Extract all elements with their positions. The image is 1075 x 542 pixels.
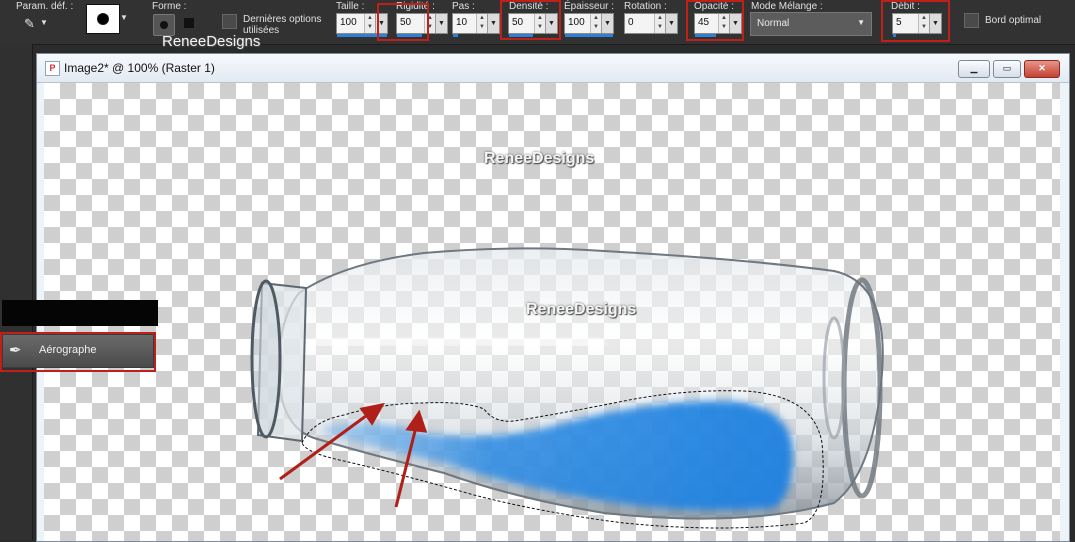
canvas-watermark-mid: ReneeDesigns — [526, 301, 637, 318]
airbrush-icon: ✎ — [24, 16, 35, 31]
bottle-mouth — [250, 279, 282, 439]
chevron-down-icon[interactable]: ▼ — [487, 14, 499, 33]
density-label: Densité : — [509, 1, 549, 12]
preset-label: Param. déf. : — [16, 1, 74, 12]
spin-arrows-icon[interactable]: ▲ ▼ — [424, 14, 435, 33]
shape-label: Forme : — [152, 1, 187, 12]
hardness-slider-bar[interactable] — [397, 34, 422, 37]
spin-arrows-icon[interactable]: ▲ ▼ — [718, 14, 729, 33]
optimal-edge-label: Bord optimal — [985, 15, 1042, 26]
spin-arrows-icon[interactable]: ▲ ▼ — [364, 14, 375, 33]
chevron-down-icon[interactable]: ▼ — [601, 14, 613, 33]
spin-arrows-icon[interactable]: ▲ ▼ — [918, 14, 929, 33]
spin-arrows-icon[interactable]: ▲ ▼ — [476, 14, 487, 33]
opacity-spinner[interactable]: 45 ▲ ▼ ▼ — [694, 13, 742, 37]
maximize-button[interactable]: ▭ — [993, 60, 1021, 78]
hardness-value: 50 — [400, 17, 412, 28]
spin-arrows-icon[interactable]: ▲ ▼ — [590, 14, 601, 33]
chevron-down-icon[interactable]: ▼ — [545, 14, 557, 33]
airbrush-icon: ✒ — [9, 342, 22, 359]
step-value: 10 — [456, 17, 468, 28]
chevron-down-icon[interactable]: ▼ — [435, 14, 447, 33]
opacity-value: 45 — [698, 17, 710, 28]
rate-spinner[interactable]: 5 ▲ ▼ ▼ — [892, 13, 942, 37]
chevron-down-icon[interactable]: ▼ — [120, 13, 128, 22]
opacity-label: Opacité : — [694, 1, 735, 12]
density-slider-bar[interactable] — [509, 34, 533, 37]
airbrush-tool-item[interactable]: ✒ Aérographe — [2, 334, 154, 368]
opacity-slider-bar[interactable] — [695, 34, 716, 37]
size-slider-bar[interactable] — [337, 34, 387, 37]
size-spinner[interactable]: 100 ▲ ▼ ▼ — [336, 13, 388, 37]
blend-mode-select[interactable]: Normal ▼ — [750, 12, 872, 36]
rotation-value: 0 — [628, 17, 634, 28]
left-dock — [0, 44, 33, 540]
tool-options-bar: Param. déf. : ✎ ▼ ▼ Forme : Dernières op… — [0, 0, 1075, 50]
toolbar-watermark: ReneeDesigns — [162, 33, 261, 50]
size-label: Taille : — [336, 1, 365, 12]
spin-arrows-icon[interactable]: ▲ ▼ — [654, 14, 665, 33]
chevron-down-icon[interactable]: ▼ — [929, 14, 941, 33]
rate-label: Débit : — [891, 1, 920, 12]
chevron-down-icon[interactable]: ▼ — [665, 14, 677, 33]
rotation-spinner[interactable]: 0 ▲ ▼ ▼ — [624, 13, 678, 34]
canvas-watermark-top: ReneeDesigns — [484, 150, 595, 167]
document-icon: P — [45, 61, 60, 76]
glass-highlight — [313, 329, 605, 354]
thickness-spinner[interactable]: 100 ▲ ▼ ▼ — [564, 13, 614, 37]
document-titlebar[interactable]: P Image2* @ 100% (Raster 1) ▁ ▭ ✕ — [37, 54, 1069, 83]
rate-slider-bar[interactable] — [893, 34, 896, 37]
size-value: 100 — [340, 17, 357, 28]
chevron-down-icon[interactable]: ▼ — [375, 14, 387, 33]
step-spinner[interactable]: 10 ▲ ▼ ▼ — [452, 13, 500, 37]
chevron-down-icon: ▼ — [857, 18, 865, 27]
spin-arrows-icon[interactable]: ▲ ▼ — [534, 14, 545, 33]
document-window: P Image2* @ 100% (Raster 1) ▁ ▭ ✕ ReneeD… — [36, 53, 1070, 542]
step-label: Pas : — [452, 1, 475, 12]
thickness-slider-bar[interactable] — [565, 34, 613, 37]
minimize-button[interactable]: ▁ — [958, 60, 990, 78]
step-slider-bar[interactable] — [453, 34, 458, 37]
density-spinner[interactable]: 50 ▲ ▼ ▼ — [508, 13, 558, 37]
optimal-edge-checkbox[interactable] — [964, 13, 979, 28]
rate-value: 5 — [896, 17, 902, 28]
blend-mode-value: Normal — [757, 18, 790, 29]
hardness-label: Rigidité : — [396, 1, 435, 12]
image-canvas[interactable]: ReneeDesigns ReneeDesigns — [44, 83, 1060, 541]
blend-mode-label: Mode Mélange : — [751, 1, 823, 12]
last-used-checkbox[interactable] — [222, 14, 237, 29]
brush-tip-preview[interactable] — [86, 4, 120, 34]
document-title: Image2* @ 100% (Raster 1) — [64, 61, 215, 75]
rotation-label: Rotation : — [624, 1, 667, 12]
thickness-value: 100 — [568, 17, 585, 28]
hardness-spinner[interactable]: 50 ▲ ▼ ▼ — [396, 13, 448, 37]
airbrush-tool-label: Aérographe — [39, 344, 97, 356]
density-value: 50 — [512, 17, 524, 28]
close-button[interactable]: ✕ — [1024, 60, 1060, 78]
chevron-down-icon[interactable]: ▼ — [729, 14, 741, 33]
preset-button[interactable]: ✎ ▼ — [22, 14, 48, 32]
thickness-label: Épaisseur : — [564, 1, 615, 12]
shape-square-button[interactable] — [184, 18, 194, 28]
chevron-down-icon: ▼ — [40, 18, 48, 27]
tool-popup-header — [2, 300, 158, 326]
